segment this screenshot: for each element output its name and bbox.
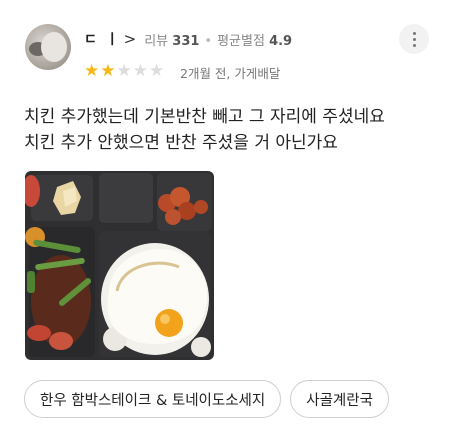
reviewer-stats: 리뷰 331 • 평균별점 4.9	[144, 30, 292, 49]
avg-rating-label: 평균별점	[217, 33, 265, 49]
avatar-face-shape	[41, 32, 67, 62]
menu-tag[interactable]: 한우 함박스테이크 & 토네이도소세지	[24, 380, 282, 418]
review-count: 331	[172, 33, 200, 49]
star-icon: ★	[100, 61, 116, 81]
more-vertical-icon[interactable]	[399, 24, 429, 54]
reviewer-nickname[interactable]: ㄷ ㅣ	[84, 29, 121, 49]
review-text-line: 치킨 추가 안했으면 반찬 주셨을 거 아닌가요	[24, 133, 338, 153]
more-dot	[412, 31, 416, 35]
avatar[interactable]	[25, 24, 71, 70]
menu-tag[interactable]: 사골계란국	[290, 380, 389, 418]
chevron-right-icon[interactable]: >	[124, 30, 137, 48]
more-dot	[412, 37, 416, 41]
star-icon: ★	[132, 61, 148, 81]
review-text-line: 치킨 추가했는데 기본반찬 빼고 그 자리에 주셨네요	[24, 107, 385, 127]
menu-tags: 한우 함박스테이크 & 토네이도소세지 사골계란국	[24, 380, 389, 418]
star-icon: ★	[84, 61, 100, 81]
review-photo[interactable]	[25, 171, 214, 360]
food-photo-image	[25, 171, 214, 360]
star-rating: ★ ★ ★ ★ ★	[84, 61, 164, 81]
star-icon: ★	[149, 61, 165, 81]
review-header: ㄷ ㅣ > 리뷰 331 • 평균별점 4.9	[84, 28, 292, 50]
avg-rating: 4.9	[269, 33, 293, 49]
review-date: 2개월 전, 가게배달	[180, 66, 281, 81]
star-icon: ★	[116, 61, 132, 81]
more-dot	[412, 43, 416, 47]
review-count-label: 리뷰	[144, 33, 169, 49]
separator-dot: •	[204, 33, 213, 49]
review-text: 치킨 추가했는데 기본반찬 빼고 그 자리에 주셨네요 치킨 추가 안했으면 반…	[24, 104, 444, 156]
